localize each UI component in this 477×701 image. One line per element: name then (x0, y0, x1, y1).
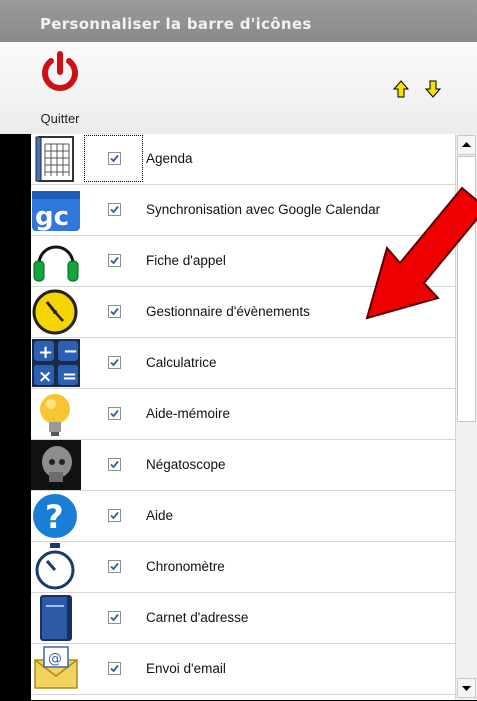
title-bar: Personnaliser la barre d'icônes (0, 0, 477, 42)
scroll-down-button[interactable] (457, 678, 476, 698)
list-item[interactable]: gc Synchronisation avec Google Calendar (31, 185, 455, 236)
checkbox[interactable] (108, 662, 121, 675)
svg-text:@: @ (48, 651, 62, 667)
checkbox[interactable] (108, 458, 121, 471)
item-label: Chronomètre (146, 559, 225, 574)
item-label: Aide-mémoire (146, 406, 231, 421)
checkbox[interactable] (108, 203, 121, 216)
item-label: Négatoscope (146, 457, 226, 472)
checkbox[interactable] (108, 356, 121, 369)
quit-label: Quitter (40, 111, 80, 126)
help-icon: ? (33, 494, 77, 538)
headset-icon (33, 245, 79, 282)
list-item[interactable]: Carnet d'adresse (31, 593, 455, 644)
checkmark-icon (110, 613, 119, 622)
icon-list[interactable]: Agenda gc Synchronisation avec Google Ca… (31, 134, 455, 700)
arrow-down-icon (424, 80, 442, 98)
scroll-up-button[interactable] (457, 135, 476, 155)
svg-text:?: ? (45, 498, 64, 536)
checkmark-icon (110, 256, 119, 265)
svg-text:−: − (63, 341, 78, 362)
checkbox[interactable] (108, 305, 121, 318)
google-calendar-icon: gc (32, 191, 80, 232)
list-item[interactable]: @ Envoi d'email (31, 644, 455, 695)
list-item[interactable]: ? Aide (31, 491, 455, 542)
checkmark-icon (110, 358, 119, 367)
checkmark-icon (110, 460, 119, 469)
checkmark-icon (110, 154, 119, 163)
toolbar: Quitter (0, 42, 477, 134)
list-item[interactable]: Agenda (31, 134, 455, 185)
checkmark-icon (110, 664, 119, 673)
agenda-icon (35, 136, 74, 182)
checkmark-icon (110, 307, 119, 316)
item-label: Agenda (146, 151, 193, 166)
clock-icon (32, 289, 78, 335)
checkbox[interactable] (108, 254, 121, 267)
checkmark-icon (110, 511, 119, 520)
list-item[interactable]: Fiche d'appel (31, 236, 455, 287)
list-item[interactable]: Négatoscope (31, 440, 455, 491)
list-item[interactable]: + − × = Calculatrice (31, 338, 455, 389)
arrow-up-icon (392, 80, 410, 98)
scroll-thumb[interactable] (457, 156, 476, 422)
svg-text:×: × (38, 367, 52, 387)
calculator-icon: + − × = (32, 339, 80, 387)
svg-text:=: = (62, 366, 77, 387)
item-label: Synchronisation avec Google Calendar (146, 202, 381, 217)
list-item[interactable]: Chronomètre (31, 542, 455, 593)
item-label: Fiche d'appel (146, 253, 226, 268)
caret-down-icon (462, 686, 471, 691)
caret-up-icon (462, 142, 471, 147)
quit-button[interactable]: Quitter (31, 50, 89, 130)
checkmark-icon (110, 562, 119, 571)
xray-icon (31, 440, 81, 490)
lightbulb-icon (40, 394, 70, 436)
checkmark-icon (110, 409, 119, 418)
item-label: Aide (146, 508, 174, 523)
move-up-button[interactable] (392, 80, 413, 100)
svg-text:+: + (38, 342, 53, 363)
checkbox[interactable] (108, 611, 121, 624)
stopwatch-icon (35, 543, 75, 590)
checkbox[interactable] (108, 152, 121, 165)
move-down-button[interactable] (424, 80, 445, 100)
power-icon (42, 51, 78, 91)
checkbox[interactable] (108, 509, 121, 522)
item-label: Gestionnaire d'évènements (146, 304, 310, 319)
list-item[interactable]: Gestionnaire d'évènements (31, 287, 455, 338)
item-label: Carnet d'adresse (146, 610, 249, 625)
vertical-scrollbar[interactable] (455, 134, 477, 700)
svg-text:gc: gc (35, 202, 69, 232)
checkmark-icon (110, 205, 119, 214)
checkbox[interactable] (108, 560, 121, 573)
checkbox[interactable] (108, 407, 121, 420)
window-title: Personnaliser la barre d'icônes (40, 15, 312, 33)
item-label: Envoi d'email (146, 661, 226, 676)
list-item[interactable]: Aide-mémoire (31, 389, 455, 440)
address-book-icon (40, 595, 72, 641)
item-label: Calculatrice (146, 355, 217, 370)
email-icon: @ (34, 646, 78, 689)
